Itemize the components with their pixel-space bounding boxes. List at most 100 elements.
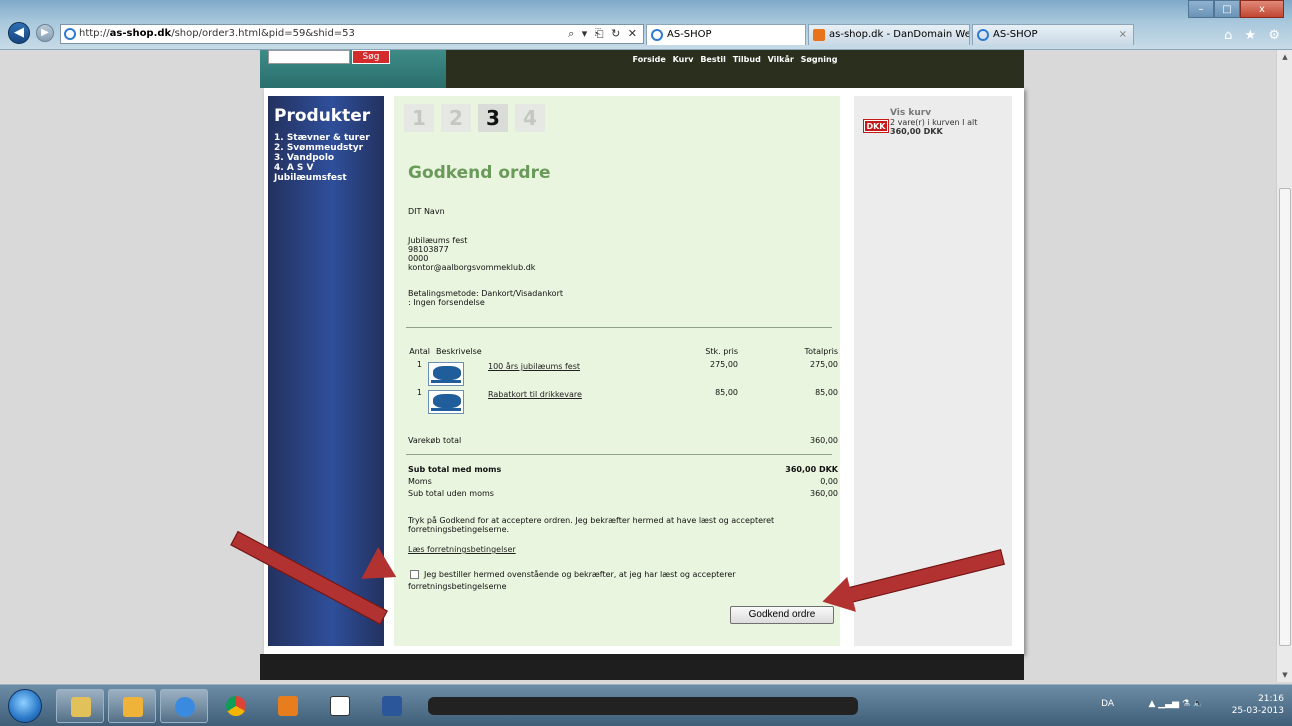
tab-dandomain[interactable]: as-shop.dk - DanDomain Web... xyxy=(808,24,970,45)
step-2[interactable]: 2 xyxy=(441,104,471,132)
table-row: 1 100 års jubilæums fest 275,00 275,00 xyxy=(408,360,838,386)
start-button[interactable] xyxy=(8,689,42,723)
browser-chrome: ◀ ▶ http://as-shop.dk/shop/order3.html&p… xyxy=(0,0,1292,50)
item-price: 275,00 xyxy=(710,360,738,369)
tab-as-shop-1[interactable]: AS-SHOP xyxy=(646,24,806,45)
product-thumbnail[interactable] xyxy=(428,362,464,386)
item-qty: 1 xyxy=(416,388,422,397)
ie-icon xyxy=(64,28,76,40)
taskbar-word[interactable] xyxy=(368,689,416,723)
arrow-right-icon: ▶ xyxy=(41,27,49,38)
home-favorites-settings-icons[interactable]: ⌂ ★ ⚙ xyxy=(1224,28,1284,43)
tab-as-shop-2[interactable]: AS-SHOP × xyxy=(972,24,1134,45)
address-line: kontor@aalborgsvommeklub.dk xyxy=(408,263,536,272)
step-4: 4 xyxy=(515,104,545,132)
window-controls: – □ x xyxy=(1188,0,1284,20)
word-icon xyxy=(382,696,402,716)
page-viewport: Søg Forside Kurv Bestil Tilbud Vilkår Sø… xyxy=(8,50,1276,682)
site-topbar: Søg Forside Kurv Bestil Tilbud Vilkår Sø… xyxy=(260,50,1024,88)
item-name-link[interactable]: Rabatkort til drikkevare xyxy=(488,390,582,399)
ie-icon xyxy=(175,697,195,717)
nav-forside[interactable]: Forside xyxy=(633,55,666,64)
taskbar-outlook[interactable] xyxy=(108,689,156,723)
divider xyxy=(406,454,832,455)
address-bar[interactable]: http://as-shop.dk/shop/order3.html&pid=5… xyxy=(60,24,644,44)
search-input[interactable] xyxy=(268,50,350,64)
address-tools[interactable]: ⌕ ▾ ⎗ ↻ ✕ xyxy=(568,25,639,43)
maximize-button[interactable]: □ xyxy=(1214,0,1240,18)
sidebar-item-staevner[interactable]: 1. Stævner & turer xyxy=(274,133,378,143)
taskbar-player[interactable] xyxy=(264,689,312,723)
col-desc: Beskrivelse xyxy=(436,347,482,356)
shipping-method: : Ingen forsendelse xyxy=(408,298,485,307)
url-host: as-shop.dk xyxy=(109,28,172,39)
customer-address: Jubilæums fest 98103877 0000 kontor@aalb… xyxy=(408,236,535,272)
approve-order-button[interactable]: Godkend ordre xyxy=(730,606,834,624)
close-tab-icon[interactable]: × xyxy=(1119,25,1127,45)
item-qty: 1 xyxy=(416,360,422,369)
accept-terms-checkbox[interactable] xyxy=(410,570,419,579)
item-total: 85,00 xyxy=(815,388,838,397)
vertical-scrollbar[interactable]: ▲ ▼ xyxy=(1276,50,1292,682)
forward-button[interactable]: ▶ xyxy=(36,24,54,42)
subtotal-ex-value: 360,00 xyxy=(810,489,838,498)
dandomain-icon xyxy=(813,29,825,41)
nav-tilbud[interactable]: Tilbud xyxy=(733,55,761,64)
close-window-button[interactable]: x xyxy=(1240,0,1284,18)
varekob-label: Varekøb total xyxy=(408,436,462,445)
nav-sogning[interactable]: Søgning xyxy=(801,55,838,64)
address-line: Jubilæums fest xyxy=(408,236,468,245)
item-name-link[interactable]: 100 års jubilæums fest xyxy=(488,362,580,371)
view-cart-link[interactable]: Vis kurv xyxy=(890,108,931,118)
sidebar-item-jubilaeumsfest[interactable]: Jubilæumsfest xyxy=(274,173,378,183)
divider xyxy=(406,327,832,328)
windows-taskbar: DA ▲ ▁▃▅ ⚗ 🔈 21:16 25-03-2013 xyxy=(0,684,1292,726)
ie-icon xyxy=(977,29,989,41)
cart-total: 360,00 DKK xyxy=(890,127,943,136)
back-button[interactable]: ◀ xyxy=(8,22,30,44)
taskbar-explorer[interactable] xyxy=(56,689,104,723)
taskbar-chrome[interactable] xyxy=(212,689,260,723)
taskbar-ie[interactable] xyxy=(160,689,208,723)
sidebar-item-svommeudstyr[interactable]: 2. Svømmeudstyr xyxy=(274,143,378,153)
url-prefix: http:// xyxy=(79,28,110,39)
media-player-icon xyxy=(278,696,298,716)
terms-link[interactable]: Læs forretningsbetingelser xyxy=(408,545,516,554)
step-3: 3 xyxy=(478,104,508,132)
mail-icon xyxy=(123,697,143,717)
taskbar-redacted-area xyxy=(428,697,858,715)
scroll-up-icon[interactable]: ▲ xyxy=(1277,50,1292,64)
search-button[interactable]: Søg xyxy=(352,50,390,64)
taskbar-hp[interactable] xyxy=(316,689,364,723)
page-title: Godkend ordre xyxy=(408,163,551,183)
checkbox-label-2: forretningsbetingelserne xyxy=(408,582,507,591)
nav-bestil[interactable]: Bestil xyxy=(700,55,726,64)
cart-summary-text: 2 vare(r) i kurven I alt xyxy=(890,118,978,127)
cart-summary: 2 vare(r) i kurven I alt 360,00 DKK xyxy=(890,118,1006,136)
col-total: Totalpris xyxy=(804,347,838,356)
scrollbar-thumb[interactable] xyxy=(1279,188,1291,646)
terms-text: Tryk på Godkend for at acceptere ordren.… xyxy=(408,516,775,534)
sidebar-item-asv[interactable]: 4. A S V xyxy=(274,163,378,173)
product-thumbnail[interactable] xyxy=(428,390,464,414)
minimize-button[interactable]: – xyxy=(1188,0,1214,18)
order-items-table: Antal Beskrivelse Stk. pris Totalpris xyxy=(408,347,838,357)
language-indicator[interactable]: DA xyxy=(1101,699,1114,709)
tab-label: AS-SHOP xyxy=(993,29,1038,40)
sidebar-item-vandpolo[interactable]: 3. Vandpolo xyxy=(274,153,378,163)
tab-label: as-shop.dk - DanDomain Web... xyxy=(829,29,969,40)
nav-vilkar[interactable]: Vilkår xyxy=(768,55,794,64)
clock-time[interactable]: 21:16 xyxy=(1224,693,1284,705)
col-antal: Antal xyxy=(409,347,430,356)
site-footer xyxy=(260,654,1024,680)
moms-label: Moms xyxy=(408,477,432,486)
scroll-down-icon[interactable]: ▼ xyxy=(1277,668,1292,682)
nav-kurv[interactable]: Kurv xyxy=(673,55,694,64)
hp-icon xyxy=(330,696,350,716)
chrome-icon xyxy=(226,696,246,716)
tray-icons[interactable]: ▲ ▁▃▅ ⚗ 🔈 xyxy=(1148,699,1204,709)
moms-value: 0,00 xyxy=(820,477,838,486)
clock-date[interactable]: 25-03-2013 xyxy=(1224,705,1284,717)
step-1[interactable]: 1 xyxy=(404,104,434,132)
checkout-steps: 1 2 3 4 xyxy=(404,104,552,132)
